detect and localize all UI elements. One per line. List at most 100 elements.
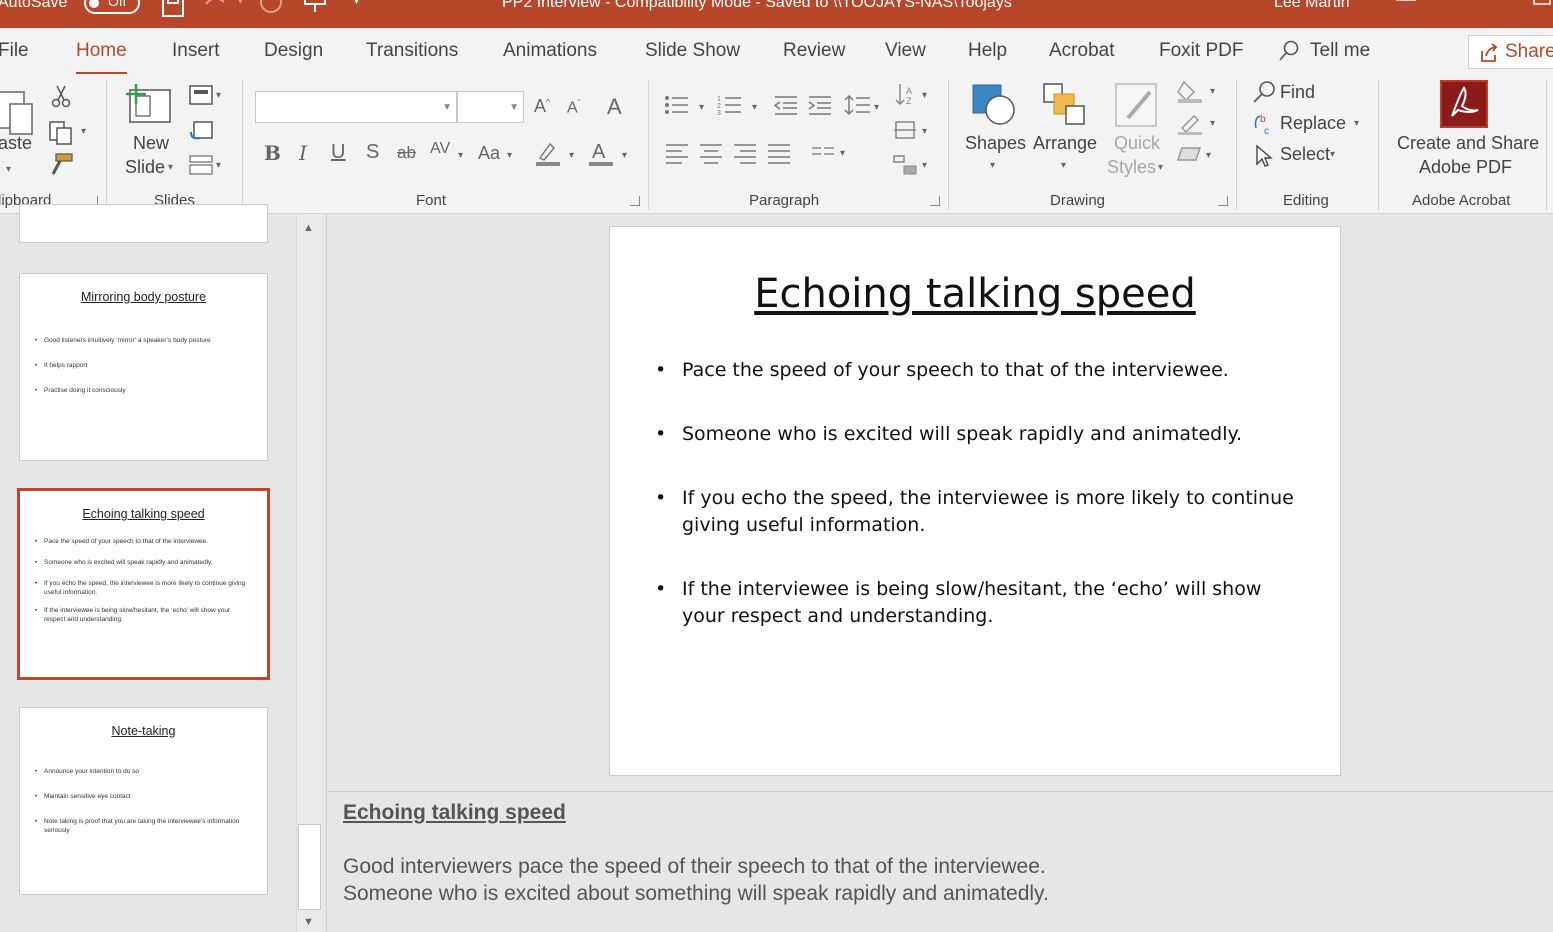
align-left-icon[interactable] <box>664 142 690 164</box>
adobe-pdf-icon[interactable] <box>1440 80 1488 128</box>
shape-effects-icon[interactable] <box>1176 144 1204 164</box>
minimize-icon[interactable] <box>1460 0 1486 18</box>
notes-line[interactable]: Good interviewers pace the speed of thei… <box>343 855 1046 879</box>
slide-title[interactable]: Echoing talking speed <box>610 271 1340 317</box>
numbering-icon[interactable]: 123 <box>717 94 743 116</box>
font-name-combo[interactable]: ▼ <box>255 91 457 123</box>
paste-icon[interactable] <box>0 84 38 136</box>
tab-help[interactable]: Help <box>968 40 1007 62</box>
format-painter-icon[interactable] <box>48 152 74 176</box>
increase-indent-icon[interactable] <box>807 94 833 116</box>
undo-icon[interactable] <box>202 0 228 18</box>
replace-label[interactable]: Replace <box>1280 112 1346 135</box>
font-launcher-icon[interactable] <box>630 196 640 206</box>
chevron-down-icon[interactable]: ▾ <box>874 102 879 113</box>
font-size-combo[interactable]: ▼ <box>457 91 524 123</box>
arrange-icon[interactable] <box>1042 82 1088 128</box>
customize-qat-icon[interactable]: ▾ <box>354 0 359 7</box>
line-spacing-icon[interactable] <box>844 94 872 116</box>
bullets-icon[interactable] <box>664 94 690 116</box>
tab-file[interactable]: File <box>0 40 29 62</box>
decrease-font-size-icon[interactable]: Aˇ <box>567 98 581 117</box>
section-dropdown-icon[interactable]: ▾ <box>216 160 221 171</box>
tell-me-box[interactable]: Tell me <box>1310 40 1370 62</box>
scroll-up-icon[interactable]: ▲ <box>303 222 314 234</box>
tab-home[interactable]: Home <box>76 40 127 75</box>
chevron-down-icon[interactable]: ▾ <box>922 90 927 101</box>
select-label[interactable]: Select <box>1280 143 1330 166</box>
select-cursor-icon[interactable] <box>1254 144 1274 168</box>
thumbnail-scrollbar[interactable]: ▲ ▼ <box>296 214 322 932</box>
chevron-down-icon[interactable]: ▾ <box>1210 86 1215 97</box>
chevron-down-icon[interactable]: ▾ <box>1210 118 1215 129</box>
layout-icon[interactable] <box>188 84 214 106</box>
chevron-down-icon[interactable]: ▾ <box>458 150 463 161</box>
tab-view[interactable]: View <box>885 40 926 62</box>
paste-label[interactable]: aste <box>0 132 32 155</box>
font-color-icon[interactable]: A <box>587 138 615 168</box>
arrange-label[interactable]: Arrange <box>1033 132 1097 155</box>
quick-styles-label[interactable]: Quick <box>1114 132 1160 155</box>
autosave-toggle[interactable]: Off <box>84 0 140 14</box>
decrease-indent-icon[interactable] <box>773 94 799 116</box>
tab-transitions[interactable]: Transitions <box>366 40 458 62</box>
undo-dropdown-icon[interactable]: ▾ <box>238 0 243 7</box>
scrollbar-thumb[interactable] <box>298 824 321 910</box>
tab-acrobat[interactable]: Acrobat <box>1049 40 1114 62</box>
character-spacing-icon[interactable]: AV <box>430 140 450 158</box>
replace-icon[interactable]: bc <box>1252 112 1278 138</box>
slide-thumbnail[interactable]: Note-taking Announce your intention to d… <box>19 707 268 895</box>
quick-styles-icon[interactable] <box>1114 82 1160 128</box>
user-name[interactable]: Lee Martin <box>1274 0 1350 12</box>
chevron-down-icon[interactable]: ▾ <box>1061 160 1066 171</box>
slide-thumbnail[interactable]: Mirroring body posture Good listeners in… <box>19 273 268 461</box>
present-from-start-icon[interactable] <box>302 0 328 18</box>
slide-thumbnail-previous[interactable] <box>19 204 268 243</box>
change-case-icon[interactable]: Aa <box>478 143 500 164</box>
create-share-pdf-label-2[interactable]: Adobe PDF <box>1419 156 1512 179</box>
chevron-down-icon[interactable]: ▾ <box>752 102 757 113</box>
tab-slide-show[interactable]: Slide Show <box>645 40 740 62</box>
layout-dropdown-icon[interactable]: ▾ <box>216 90 221 101</box>
find-label[interactable]: Find <box>1280 81 1315 104</box>
italic-icon[interactable]: I <box>299 141 307 165</box>
paragraph-launcher-icon[interactable] <box>930 196 940 206</box>
tab-design[interactable]: Design <box>264 40 323 62</box>
chevron-down-icon[interactable]: ▾ <box>922 160 927 171</box>
chevron-down-icon[interactable]: ▾ <box>699 102 704 113</box>
chevron-down-icon[interactable]: ▾ <box>569 150 574 161</box>
new-slide-label-2[interactable]: Slide <box>125 156 165 179</box>
maximize-icon[interactable] <box>1530 0 1553 18</box>
align-text-icon[interactable] <box>892 118 918 142</box>
ribbon-display-icon[interactable] <box>1394 0 1420 18</box>
chevron-down-icon[interactable]: ▾ <box>1354 118 1359 129</box>
shape-outline-icon[interactable] <box>1176 112 1204 136</box>
redo-icon[interactable] <box>258 0 284 18</box>
slide-canvas[interactable]: Echoing talking speed Pace the speed of … <box>609 226 1341 776</box>
section-icon[interactable] <box>188 154 214 176</box>
text-shadow-icon[interactable]: S <box>366 141 379 164</box>
justify-icon[interactable] <box>766 142 792 164</box>
share-button[interactable]: Share <box>1468 35 1553 69</box>
tab-review[interactable]: Review <box>783 40 845 62</box>
tab-animations[interactable]: Animations <box>503 40 597 62</box>
chevron-down-icon[interactable]: ▾ <box>840 148 845 159</box>
strikethrough-icon[interactable]: ab <box>397 143 416 163</box>
create-share-pdf-label[interactable]: Create and Share <box>1397 132 1539 155</box>
text-direction-icon[interactable]: AZ <box>894 82 918 108</box>
pane-divider[interactable] <box>326 214 327 932</box>
notes-line[interactable]: Someone who is excited about something w… <box>343 882 1049 906</box>
paste-dropdown-icon[interactable]: ▾ <box>6 164 11 175</box>
tab-insert[interactable]: Insert <box>172 40 220 62</box>
new-slide-dropdown-icon[interactable]: ▾ <box>168 162 173 173</box>
convert-to-smartart-icon[interactable] <box>892 154 918 176</box>
notes-title[interactable]: Echoing talking speed <box>343 801 566 825</box>
reset-slide-icon[interactable] <box>188 118 214 142</box>
clear-formatting-icon[interactable]: A <box>607 94 622 120</box>
align-center-icon[interactable] <box>698 142 724 164</box>
bold-icon[interactable]: B <box>264 141 281 165</box>
chevron-down-icon[interactable]: ▾ <box>622 150 627 161</box>
lightbulb-search-icon[interactable] <box>1278 40 1300 62</box>
scroll-down-icon[interactable]: ▼ <box>303 916 314 928</box>
shapes-icon[interactable] <box>970 82 1018 128</box>
